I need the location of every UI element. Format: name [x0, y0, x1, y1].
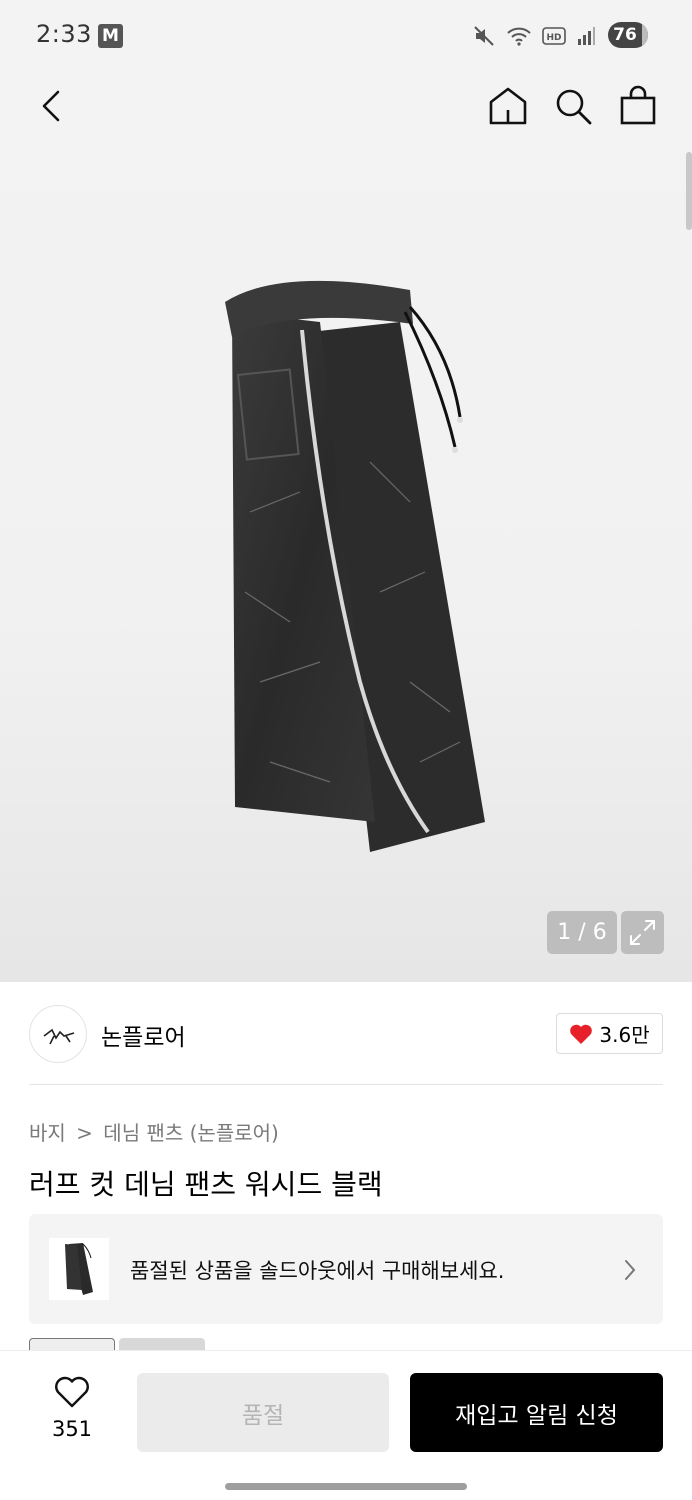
brand-like-count: 3.6만	[599, 1023, 650, 1047]
battery-indicator: 76	[608, 22, 648, 48]
mute-icon	[474, 26, 494, 46]
status-icons: HD	[472, 24, 596, 48]
thumbnail-image	[65, 1243, 93, 1295]
product-page: 2:33 M HD 76 1 / 6 논플로어 3.6만 바지 > 데님 팬츠 …	[0, 0, 692, 1500]
product-title: 러프 컷 데님 팬츠 워시드 블랙	[29, 1168, 383, 1201]
search-icon[interactable]	[553, 86, 593, 126]
home-indicator[interactable]	[225, 1483, 467, 1490]
scrollbar[interactable]	[686, 152, 692, 230]
soldout-thumbnail	[49, 1238, 109, 1300]
expand-icon	[630, 920, 655, 945]
battery-level: 76	[613, 25, 637, 45]
heart-filled-icon	[570, 1024, 593, 1044]
brand-name[interactable]: 논플로어	[101, 1018, 186, 1052]
soldout-button: 품절	[137, 1373, 389, 1452]
breadcrumb-subcategory[interactable]: 데님 팬츠 (논플로어)	[103, 1121, 279, 1145]
breadcrumb-separator: >	[76, 1121, 93, 1145]
breadcrumb: 바지 > 데님 팬츠 (논플로어)	[29, 1117, 279, 1146]
product-image	[225, 280, 485, 852]
shopping-bag-icon[interactable]	[618, 84, 658, 126]
image-counter: 1 / 6	[547, 911, 617, 954]
home-icon[interactable]	[487, 85, 529, 127]
chevron-right-icon	[625, 1260, 636, 1280]
restock-alert-button[interactable]: 재입고 알림 신청	[410, 1373, 663, 1452]
status-bar: 2:33 M HD 76	[0, 0, 692, 72]
divider	[29, 1084, 663, 1085]
brand-like-button[interactable]: 3.6만	[556, 1013, 663, 1054]
brand-logo[interactable]	[29, 1005, 87, 1063]
expand-button[interactable]	[621, 911, 664, 954]
wifi-icon	[507, 27, 531, 46]
hd-icon: HD	[542, 27, 566, 45]
notification-badge: M	[98, 24, 123, 48]
wishlist-count: 351	[51, 1417, 93, 1441]
wishlist-button[interactable]: 351	[40, 1375, 104, 1441]
soldout-banner[interactable]: 품절된 상품을 솔드아웃에서 구매해보세요.	[29, 1214, 663, 1324]
svg-text:HD: HD	[546, 33, 561, 43]
brand-logo-mark	[43, 1028, 75, 1045]
product-image-gallery[interactable]: 1 / 6	[0, 72, 692, 982]
breadcrumb-category[interactable]: 바지	[29, 1121, 66, 1145]
back-icon[interactable]	[36, 88, 66, 124]
soldout-banner-text: 품절된 상품을 솔드아웃에서 구매해보세요.	[130, 1259, 505, 1283]
heart-outline-icon	[55, 1376, 89, 1408]
bottom-action-bar: 351 품절 재입고 알림 신청	[0, 1350, 692, 1500]
status-time: 2:33	[36, 20, 92, 48]
signal-icon	[578, 27, 595, 45]
